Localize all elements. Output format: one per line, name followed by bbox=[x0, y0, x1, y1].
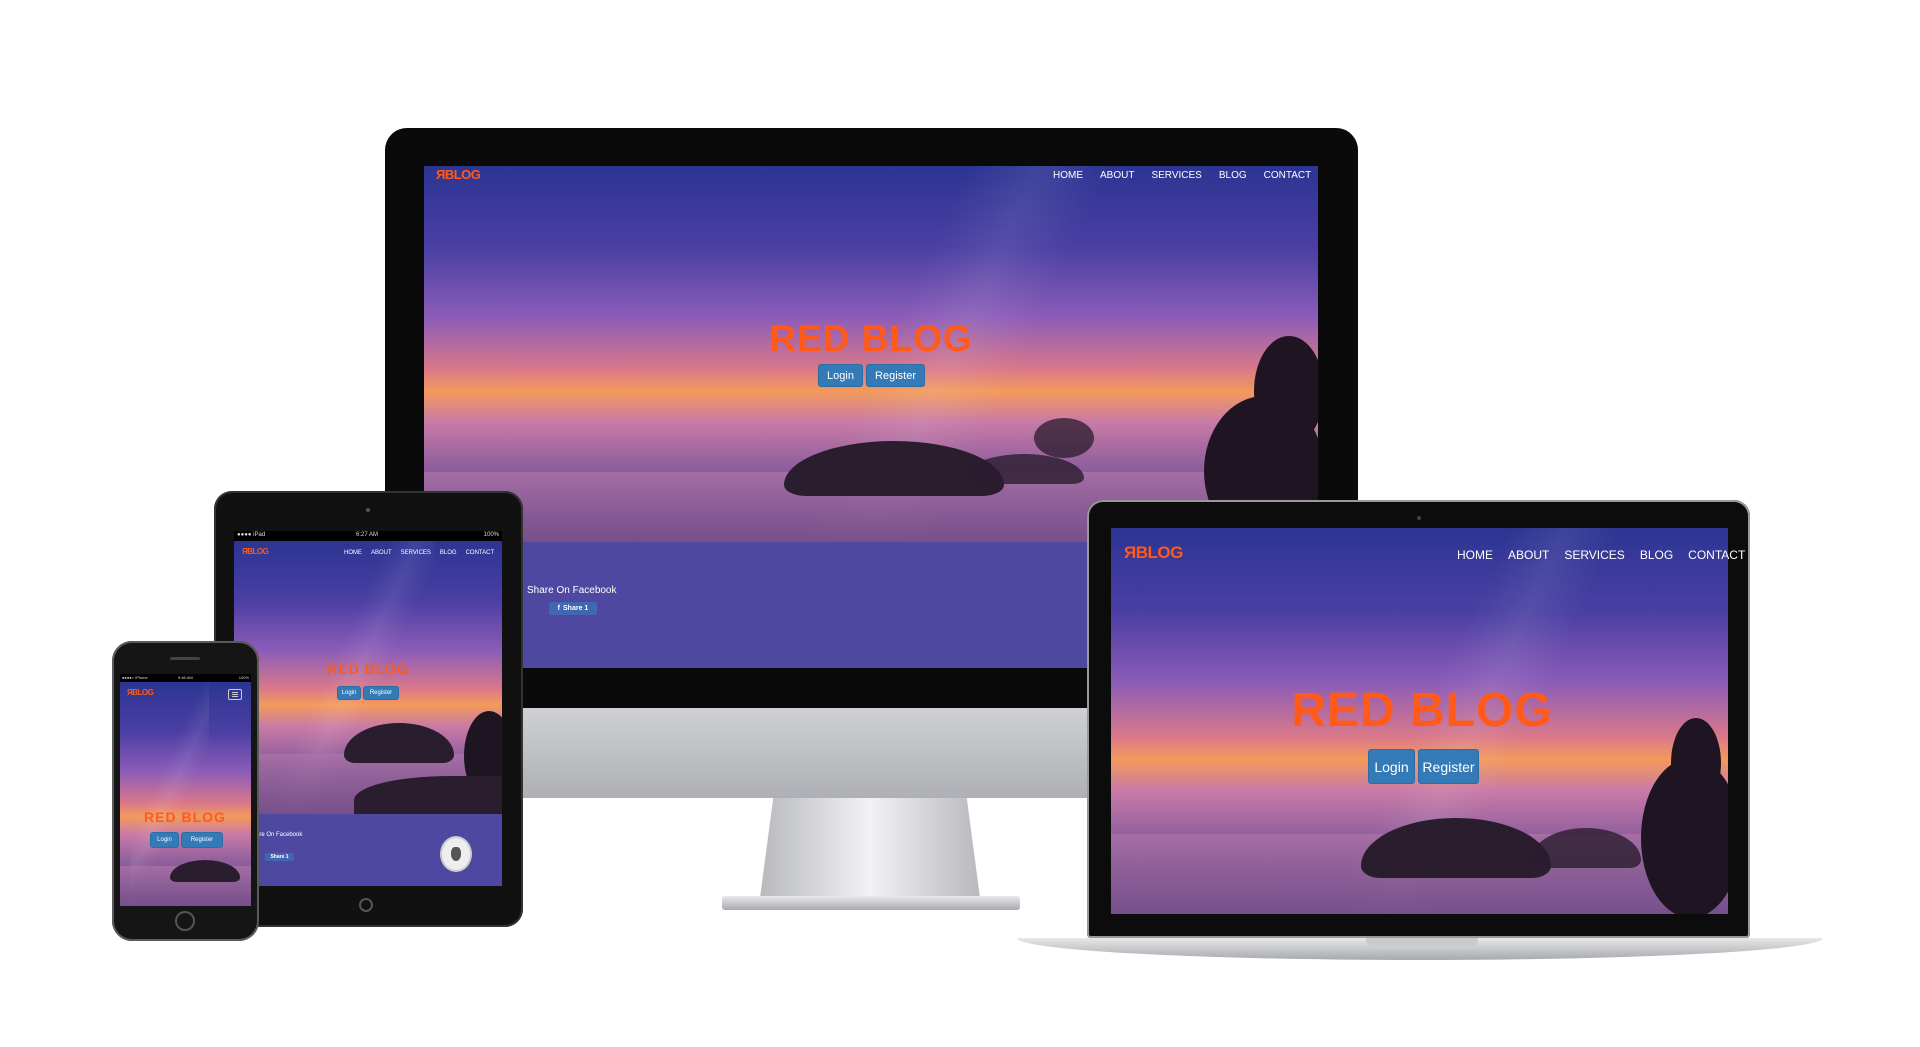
iphone-carrier: ●●●●○ iPhone bbox=[122, 675, 148, 680]
hamburger-icon[interactable] bbox=[228, 689, 242, 700]
iphone-status-bar: ●●●●○ iPhone 9:46 AM 100% bbox=[120, 674, 251, 682]
ipad-carrier: ●●●● iPad bbox=[237, 532, 266, 538]
ipad-time: 6:27 AM bbox=[356, 532, 379, 538]
lion-logo-icon bbox=[440, 836, 472, 872]
ipad-hero-title: RED BLOG bbox=[327, 661, 409, 677]
iphone-hero-title: RED BLOG bbox=[144, 809, 226, 825]
desktop-register-button[interactable]: Register bbox=[866, 364, 925, 387]
laptop-register-button[interactable]: Register bbox=[1418, 749, 1479, 784]
desktop-login-button[interactable]: Login bbox=[818, 364, 863, 387]
laptop-nav: HOME ABOUT SERVICES BLOG CONTACT bbox=[1457, 548, 1745, 562]
ipad-facebook-share-button[interactable]: Share 1 bbox=[265, 853, 294, 861]
laptop-login-button[interactable]: Login bbox=[1368, 749, 1415, 784]
desktop-facebook-share-button[interactable]: f Share 1 bbox=[549, 602, 597, 615]
ipad-nav-contact[interactable]: CONTACT bbox=[466, 550, 495, 556]
iphone-speaker bbox=[170, 657, 200, 660]
desktop-hero-title: RED BLOG bbox=[769, 318, 973, 359]
desktop-facebook-share-label: Share 1 bbox=[563, 605, 589, 612]
ipad-hero bbox=[234, 541, 502, 814]
ipad-register-button[interactable]: Register bbox=[363, 686, 399, 700]
laptop-nav-home[interactable]: HOME bbox=[1457, 548, 1493, 562]
nav-home[interactable]: HOME bbox=[1053, 170, 1083, 181]
ipad-facebook-share-label: Share 1 bbox=[270, 854, 289, 860]
nav-services[interactable]: SERVICES bbox=[1151, 170, 1201, 181]
ipad-nav-about[interactable]: ABOUT bbox=[371, 550, 392, 556]
facebook-icon: f bbox=[557, 605, 561, 612]
laptop-camera bbox=[1417, 516, 1421, 520]
nav-contact[interactable]: CONTACT bbox=[1264, 170, 1312, 181]
iphone-brand-logo[interactable]: ЯBLOG bbox=[127, 688, 154, 697]
iphone-login-button[interactable]: Login bbox=[150, 832, 179, 848]
monitor-stand-base bbox=[722, 896, 1020, 910]
laptop-nav-services[interactable]: SERVICES bbox=[1564, 548, 1624, 562]
ipad-nav-blog[interactable]: BLOG bbox=[440, 550, 457, 556]
laptop-notch bbox=[1366, 938, 1478, 946]
laptop-nav-about[interactable]: ABOUT bbox=[1508, 548, 1549, 562]
ipad-battery: 100% bbox=[483, 532, 499, 538]
monitor-stand bbox=[760, 798, 980, 898]
ipad-login-button[interactable]: Login bbox=[337, 686, 361, 700]
laptop-nav-contact[interactable]: CONTACT bbox=[1688, 548, 1745, 562]
ipad-nav-home[interactable]: HOME bbox=[344, 550, 362, 556]
desktop-brand-logo[interactable]: ЯBLOG bbox=[436, 167, 481, 182]
desktop-share-heading: Share On Facebook bbox=[527, 585, 617, 596]
nav-about[interactable]: ABOUT bbox=[1100, 170, 1134, 181]
ipad-brand-logo[interactable]: ЯBLOG bbox=[242, 547, 269, 556]
iphone-time: 9:46 AM bbox=[178, 675, 193, 680]
ipad-nav-services[interactable]: SERVICES bbox=[401, 550, 431, 556]
ipad-home-button[interactable] bbox=[359, 898, 373, 912]
ipad-share-heading: are On Facebook bbox=[256, 832, 303, 838]
nav-blog[interactable]: BLOG bbox=[1219, 170, 1247, 181]
ipad-nav: HOME ABOUT SERVICES BLOG CONTACT bbox=[344, 550, 494, 556]
iphone-hero bbox=[120, 682, 251, 906]
iphone-battery: 100% bbox=[238, 675, 249, 680]
iphone-home-button[interactable] bbox=[175, 911, 195, 931]
laptop-nav-blog[interactable]: BLOG bbox=[1640, 548, 1673, 562]
ipad-camera bbox=[366, 508, 370, 512]
desktop-nav: HOME ABOUT SERVICES BLOG CONTACT bbox=[1053, 170, 1311, 181]
ipad-status-bar: ●●●● iPad 6:27 AM 100% bbox=[234, 531, 502, 541]
laptop-brand-logo[interactable]: ЯBLOG bbox=[1124, 543, 1183, 563]
iphone-register-button[interactable]: Register bbox=[181, 832, 223, 848]
laptop-hero-title: RED BLOG bbox=[1291, 684, 1553, 737]
